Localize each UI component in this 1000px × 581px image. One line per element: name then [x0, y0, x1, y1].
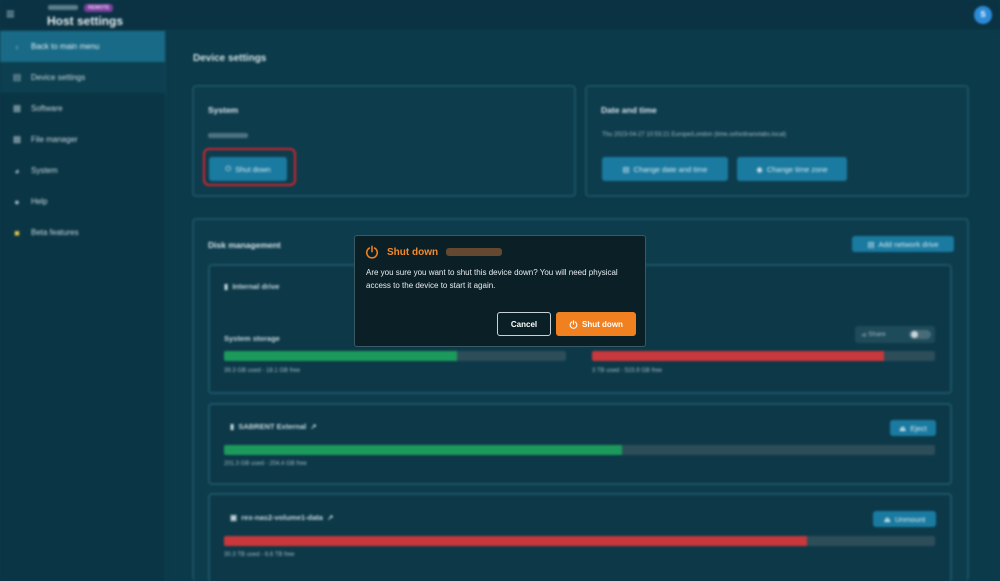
sidebar-item-label: Device settings — [31, 73, 86, 82]
internal-drive-name: Internal drive — [232, 282, 280, 291]
system-storage-fill — [224, 351, 457, 361]
datetime-card-title: Date and time — [601, 105, 657, 115]
eject-label: Eject — [910, 423, 927, 433]
datetime-value: Thu 2023-04-27 10:53:21 Europe/London (t… — [602, 132, 787, 138]
help-icon: ● — [14, 196, 20, 207]
gauge-icon: ◕ — [14, 165, 20, 176]
sidebar: ‹ Back to main menu ▤ Device settings ▦ … — [0, 31, 166, 581]
chevron-left-icon: ‹ — [15, 41, 19, 52]
sidebar-item-label: Beta features — [31, 228, 79, 237]
power-icon — [365, 245, 379, 259]
data-storage-bar — [592, 351, 935, 361]
software-icon: ▦ — [12, 103, 22, 113]
sidebar-item-device-settings[interactable]: ▤ Device settings — [0, 62, 165, 93]
sabrent-storage-fill — [224, 445, 623, 455]
nas-storage-fill — [224, 536, 808, 546]
dialog-message: Are you sure you want to shut this devic… — [366, 268, 618, 290]
network-drive-icon: ▣ — [230, 513, 238, 522]
change-datetime-label: Change date and time — [633, 164, 708, 174]
drive-icon: ▮ — [230, 422, 235, 431]
dialog-title: Shut down — [387, 246, 439, 258]
sabrent-storage-bar — [224, 445, 935, 455]
data-storage-usage: 3 TB used - 515.9 GB free — [592, 368, 662, 374]
unmount-icon: ⏏ — [883, 514, 891, 524]
datetime-card: Date and time Thu 2023-04-27 10:53:21 Eu… — [585, 85, 969, 197]
sidebar-item-help[interactable]: ● Help — [0, 186, 165, 217]
power-icon — [569, 319, 578, 329]
nas-drive-card: ▣ rex-nas2-volume1-data ↗ ⏏ Unmount 30.3… — [208, 493, 952, 581]
add-network-drive-label: Add network drive — [878, 239, 939, 249]
sabrent-drive-name: SABRENT External — [238, 422, 307, 431]
change-datetime-button[interactable]: ▤ Change date and time — [602, 157, 728, 181]
share-toggle[interactable]: ⊲ Share — [855, 326, 935, 343]
change-timezone-button[interactable]: ◉ Change time zone — [737, 157, 847, 181]
system-storage-label: System storage — [224, 334, 280, 343]
drive-icon: ▮ — [224, 282, 229, 291]
sidebar-item-label: Back to main menu — [31, 42, 100, 51]
remote-badge: REMOTE — [84, 4, 114, 12]
nas-storage-bar — [224, 536, 935, 546]
confirm-shutdown-button[interactable]: Shut down — [556, 312, 636, 336]
device-name-blurred — [208, 133, 248, 138]
change-timezone-label: Change time zone — [766, 164, 828, 174]
dialog-header: Shut down — [365, 245, 503, 259]
sidebar-item-label: Software — [31, 104, 63, 113]
external-link-icon[interactable]: ↗ — [327, 513, 333, 522]
nas-drive-label: ▣ rex-nas2-volume1-data ↗ — [230, 513, 333, 522]
eject-icon: ⏏ — [899, 423, 907, 433]
menu-toggle-icon[interactable]: ≡ — [6, 7, 26, 23]
beta-icon: ■ — [14, 227, 20, 238]
share-label: Share — [868, 331, 886, 338]
device-icon: ▤ — [12, 72, 22, 82]
system-storage-usage: 39.3 GB used - 18.1 GB free — [224, 368, 301, 374]
unmount-button[interactable]: ⏏ Unmount — [873, 511, 936, 527]
disk-management-title: Disk management — [208, 240, 281, 250]
sabrent-storage-usage: 201.3 GB used - 204.4 GB free — [224, 461, 307, 467]
system-storage-bar — [224, 351, 566, 361]
system-card-title: System — [208, 105, 239, 115]
nas-storage-usage: 30.3 TB used - 6.6 TB free — [224, 552, 295, 558]
shutdown-dialog: Shut down Are you sure you want to shut … — [354, 235, 646, 347]
shutdown-highlight — [203, 148, 296, 186]
sidebar-item-system[interactable]: ◕ System — [0, 155, 165, 186]
top-bar: ≡ REMOTE Host settings S — [0, 0, 1000, 31]
sidebar-item-label: System — [31, 166, 58, 175]
user-avatar[interactable]: S — [974, 6, 992, 24]
nas-drive-name: rex-nas2-volume1-data — [241, 513, 323, 522]
folder-icon: ▩ — [12, 134, 22, 144]
calendar-icon: ▤ — [622, 164, 630, 174]
eject-button[interactable]: ⏏ Eject — [890, 420, 936, 436]
unmount-label: Unmount — [894, 514, 926, 524]
sidebar-item-label: Help — [31, 197, 48, 206]
network-drive-icon: ▤ — [867, 239, 875, 249]
sidebar-item-beta[interactable]: ■ Beta features — [0, 217, 165, 248]
share-switch-knob — [911, 331, 918, 338]
sidebar-item-software[interactable]: ▦ Software — [0, 93, 165, 124]
device-name-blurred — [446, 248, 503, 256]
cancel-button[interactable]: Cancel — [497, 312, 551, 336]
page-title: Device settings — [193, 53, 267, 64]
share-switch[interactable] — [909, 330, 931, 339]
sidebar-item-label: File manager — [31, 135, 78, 144]
data-storage-fill — [592, 351, 884, 361]
internal-drive-label: ▮ Internal drive — [224, 282, 279, 291]
sidebar-item-back[interactable]: ‹ Back to main menu — [0, 31, 165, 62]
sabrent-drive-label: ▮ SABRENT External ↗ — [230, 422, 317, 431]
external-link-icon[interactable]: ↗ — [310, 422, 316, 431]
confirm-shutdown-label: Shut down — [582, 319, 623, 329]
share-icon: ⊲ — [861, 331, 867, 339]
sabrent-drive-card: ▮ SABRENT External ↗ ⏏ Eject 201.3 GB us… — [208, 403, 952, 485]
sidebar-item-file-manager[interactable]: ▩ File manager — [0, 124, 165, 155]
globe-icon: ◉ — [756, 164, 763, 174]
add-network-drive-button[interactable]: ▤ Add network drive — [852, 236, 954, 252]
host-name-blurred — [48, 5, 78, 10]
page-header-title: Host settings — [47, 14, 124, 28]
